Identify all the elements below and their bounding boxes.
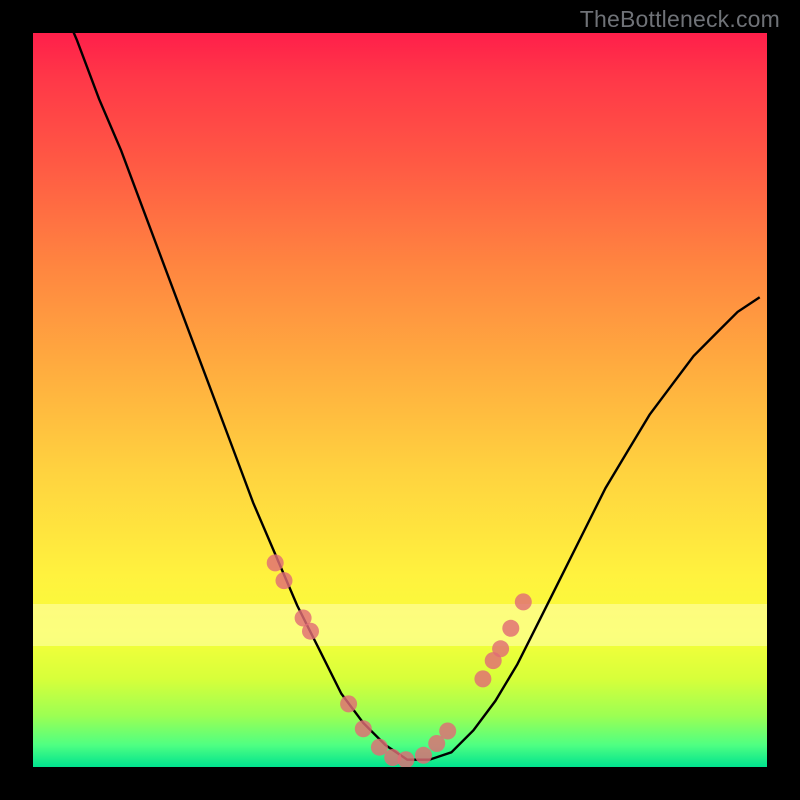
marker-point (439, 723, 456, 740)
marker-point (371, 739, 388, 756)
marker-point (302, 623, 319, 640)
watermark-text: TheBottleneck.com (580, 6, 780, 33)
marker-point (340, 695, 357, 712)
marker-point (474, 670, 491, 687)
outer-frame: TheBottleneck.com (0, 0, 800, 800)
marker-point (415, 747, 432, 764)
marker-point (502, 620, 519, 637)
marker-point (355, 720, 372, 737)
marker-point (492, 640, 509, 657)
plot-area (33, 33, 767, 767)
marker-point (276, 572, 293, 589)
marker-layer (33, 33, 767, 767)
marker-point (515, 593, 532, 610)
marker-point (267, 554, 284, 571)
